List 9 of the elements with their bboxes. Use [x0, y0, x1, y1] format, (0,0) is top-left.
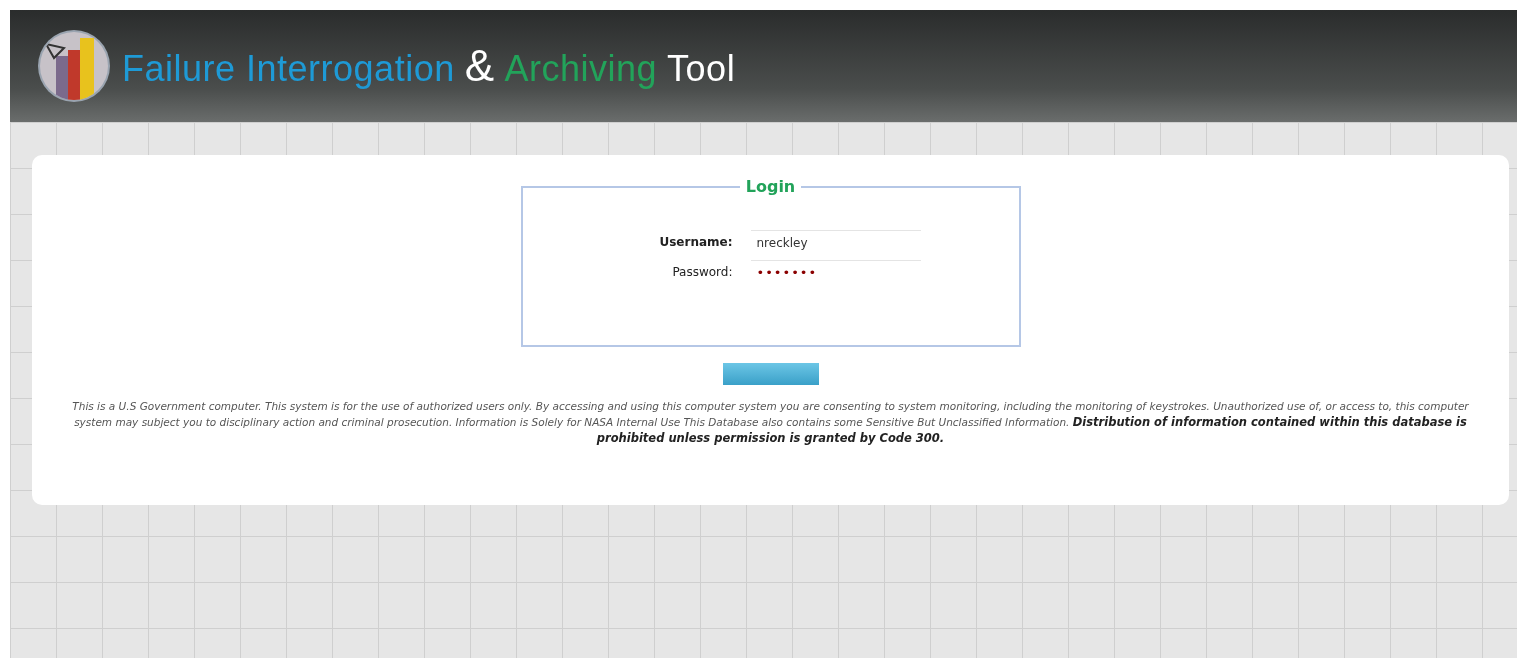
security-notice: This is a U.S Government computer. This system is for the use of authorized users only. By accessing and using this computer system you are consenting to system monitoring, including the monitoring of keystrokes. Unauthorized use of, or access to, this computer system may subject you to disciplinary action and criminal prosecution. Information is Solely for NASA Internal Use This Database also contains some Sensitive But Unclassified Information. Distribution of information contained within this database is prohibited unless permission is granted by Code 300. [71, 399, 1470, 446]
title-text: Archiving [504, 48, 658, 90]
title-text: Tool [667, 48, 736, 90]
field-label: Password: [671, 265, 733, 279]
login-button[interactable] [722, 363, 819, 385]
field-label: Username: [658, 235, 733, 249]
login-legend: Login [739, 177, 802, 196]
title-text: Failure Interrogation [122, 48, 455, 90]
title-text: & [464, 41, 495, 91]
